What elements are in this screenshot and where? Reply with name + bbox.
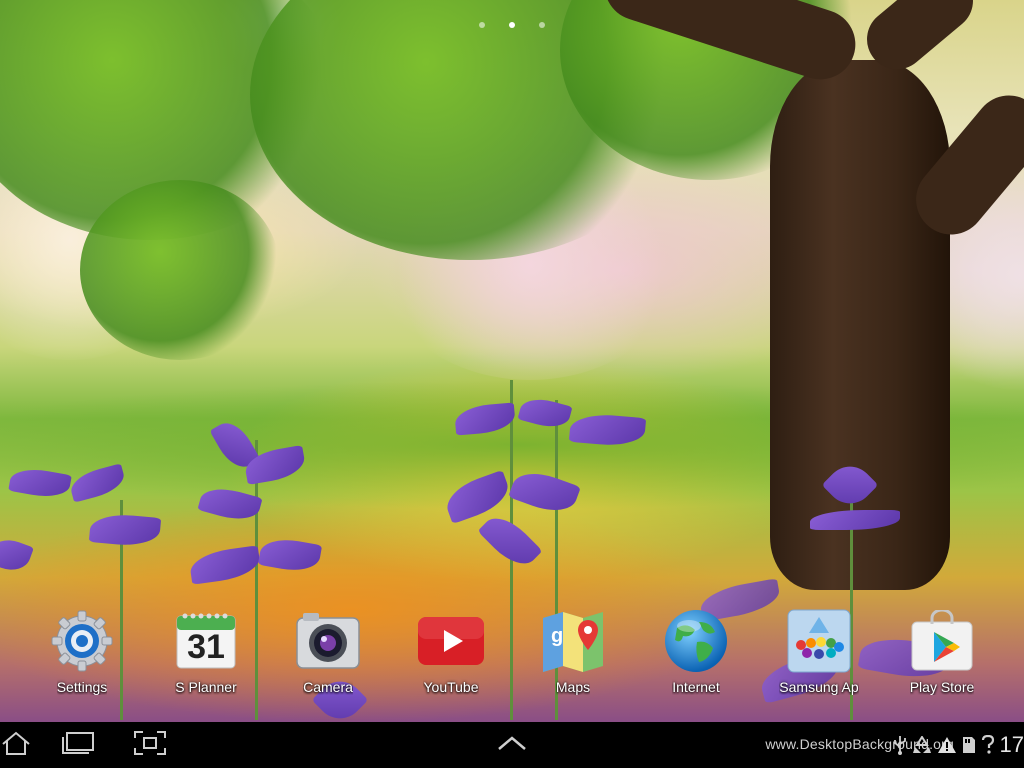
youtube-play-icon xyxy=(418,608,484,674)
recent-apps-button[interactable] xyxy=(58,730,98,760)
home-page-indicator xyxy=(0,22,1024,28)
recent-apps-icon xyxy=(61,731,95,760)
app-play-store[interactable]: Play Store xyxy=(887,608,997,695)
play-store-bag-icon xyxy=(909,608,975,674)
app-label: YouTube xyxy=(423,679,479,695)
app-label: Maps xyxy=(555,679,591,695)
usb-icon xyxy=(893,735,907,755)
flower-petal xyxy=(257,535,323,575)
page-dot[interactable] xyxy=(539,22,545,28)
home-app-shortcuts: Settings 31 S Planner Camera YouTube g M… xyxy=(0,608,1024,718)
app-label: Samsung Ap xyxy=(779,679,859,695)
camera-icon xyxy=(295,608,361,674)
warning-icon xyxy=(937,736,957,754)
page-dot[interactable] xyxy=(479,22,485,28)
samsung-apps-icon xyxy=(786,608,852,674)
status-tray[interactable]: 17 xyxy=(893,732,1024,758)
settings-gear-icon xyxy=(49,608,115,674)
app-youtube[interactable]: YouTube xyxy=(396,608,506,695)
screenshot-capture-icon xyxy=(133,730,167,761)
maps-pin-icon: g xyxy=(540,608,606,674)
app-label: Play Store xyxy=(909,679,975,695)
system-navigation-bar: www.DesktopBackground.org 17 xyxy=(0,722,1024,768)
app-label: S Planner xyxy=(175,679,237,695)
flower-petal xyxy=(0,534,34,576)
screenshot-button[interactable] xyxy=(130,730,170,760)
recycle-icon xyxy=(912,736,932,754)
app-settings[interactable]: Settings xyxy=(27,608,137,695)
foliage-hanging xyxy=(80,180,280,360)
page-dot-active[interactable] xyxy=(509,22,515,28)
globe-icon xyxy=(663,608,729,674)
svg-text:g: g xyxy=(551,625,563,647)
app-s-planner[interactable]: 31 S Planner xyxy=(151,608,261,695)
app-camera[interactable]: Camera xyxy=(273,608,383,695)
clock: 17 xyxy=(999,732,1024,757)
home-button[interactable] xyxy=(0,730,36,760)
home-icon xyxy=(1,730,31,761)
back-chevron-icon xyxy=(496,733,528,758)
calendar-day-number: 31 xyxy=(187,627,225,666)
question-icon xyxy=(981,735,995,755)
back-button[interactable] xyxy=(492,730,532,760)
app-maps[interactable]: g Maps xyxy=(518,608,628,695)
calendar-icon: 31 xyxy=(173,608,239,674)
flower-petal xyxy=(88,512,162,548)
app-internet[interactable]: Internet xyxy=(641,608,751,695)
app-label: Internet xyxy=(672,679,720,695)
app-label: Settings xyxy=(56,679,108,695)
sd-card-icon xyxy=(962,736,976,754)
app-label: Camera xyxy=(303,679,353,695)
app-samsung-apps[interactable]: Samsung Ap xyxy=(764,608,874,695)
flower-petal xyxy=(188,545,262,585)
